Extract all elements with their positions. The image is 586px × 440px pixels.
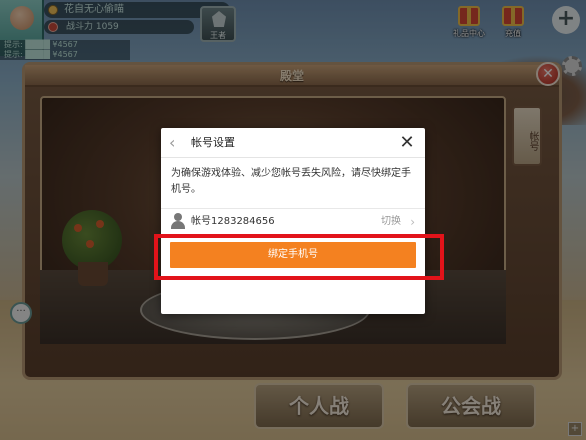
user-icon [171, 213, 185, 229]
dialog-message: 为确保游戏体验、减少您帐号丢失风险，请尽快绑定手机号。 [171, 168, 411, 195]
close-icon[interactable]: ✕ [397, 133, 417, 153]
divider [161, 208, 425, 209]
chevron-right-icon: › [410, 215, 415, 229]
dialog-title: 帐号设置 [191, 136, 235, 149]
account-id: 帐号1283284656 [191, 216, 275, 227]
highlight-box [154, 234, 444, 280]
switch-account-link[interactable]: 切换 [381, 210, 401, 234]
dialog-header: ‹ 帐号设置 ✕ [161, 128, 425, 158]
back-icon[interactable]: ‹ [169, 134, 185, 152]
account-settings-dialog: ‹ 帐号设置 ✕ 为确保游戏体验、减少您帐号丢失风险，请尽快绑定手机号。 帐号1… [161, 128, 425, 314]
account-row[interactable]: 帐号1283284656 切换 › [161, 210, 425, 234]
